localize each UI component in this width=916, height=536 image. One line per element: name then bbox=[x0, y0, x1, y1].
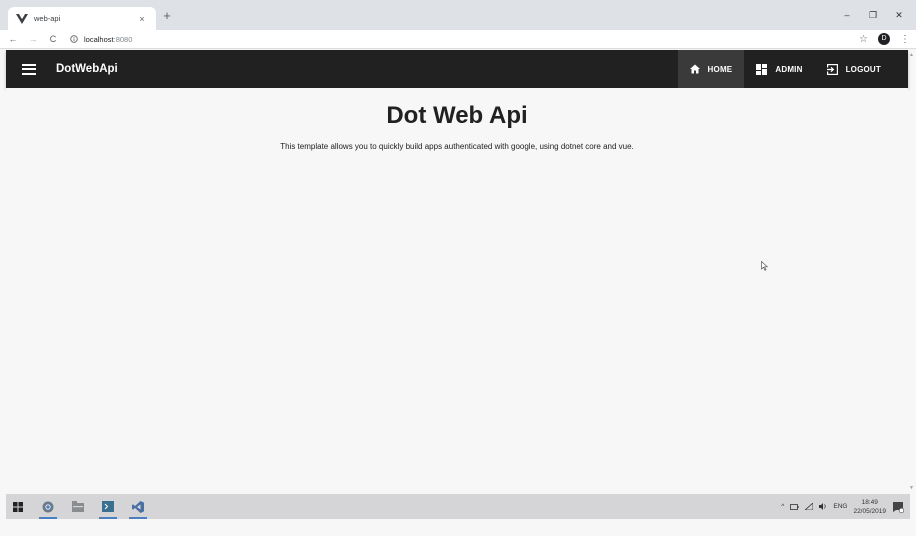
nav-home-label: HOME bbox=[707, 64, 733, 74]
clock-date: 22/05/2019 bbox=[853, 507, 886, 515]
app-toolbar: DotWebApi HOME ADMIN LOGOUT bbox=[6, 50, 908, 88]
taskbar-visual-studio[interactable] bbox=[126, 494, 150, 519]
forward-button[interactable]: → bbox=[26, 32, 40, 46]
home-icon bbox=[689, 64, 700, 74]
visual-studio-icon bbox=[132, 500, 144, 513]
dashboard-icon bbox=[756, 63, 768, 75]
page-description: This template allows you to quickly buil… bbox=[280, 142, 634, 151]
new-tab-button[interactable]: + bbox=[160, 9, 174, 23]
network-icon[interactable] bbox=[805, 503, 814, 510]
url-field[interactable]: localhost:8080 bbox=[70, 35, 132, 44]
mouse-cursor-icon bbox=[761, 261, 768, 271]
info-icon bbox=[70, 35, 78, 43]
tab-close-icon[interactable]: × bbox=[136, 14, 148, 24]
nav-admin-label: ADMIN bbox=[775, 64, 803, 74]
battery-icon[interactable] bbox=[790, 503, 799, 510]
chrome-icon bbox=[42, 501, 54, 512]
taskbar-file-explorer[interactable] bbox=[66, 494, 90, 519]
powershell-icon bbox=[102, 501, 114, 512]
taskbar-chrome[interactable] bbox=[36, 494, 60, 519]
nav-home[interactable]: HOME bbox=[677, 50, 745, 88]
address-bar-row: ← → C localhost:8080 ☆ D ⋮ bbox=[0, 30, 916, 49]
url-host: localhost bbox=[84, 34, 114, 44]
vue-logo-icon bbox=[16, 13, 28, 24]
minimize-button[interactable]: – bbox=[834, 10, 860, 21]
app-title: DotWebApi bbox=[56, 63, 118, 75]
address-bar-actions: ☆ D ⋮ bbox=[859, 33, 910, 45]
clock-time: 18:49 bbox=[861, 498, 878, 506]
nav-logout-label: LOGOUT bbox=[845, 64, 881, 74]
profile-avatar[interactable]: D bbox=[878, 33, 890, 45]
tray-overflow-icon[interactable]: ^ bbox=[781, 503, 784, 510]
page-content: Dot Web Api This template allows you to … bbox=[6, 88, 908, 493]
notification-center-icon[interactable] bbox=[892, 501, 904, 513]
start-button[interactable] bbox=[6, 494, 30, 519]
windows-taskbar: ^ ENG 18:49 22/05/2019 bbox=[6, 494, 910, 519]
nav-admin[interactable]: ADMIN bbox=[744, 50, 814, 88]
windows-start-icon bbox=[13, 501, 23, 512]
tab-title: web-api bbox=[34, 14, 61, 23]
system-tray: ^ ENG 18:49 22/05/2019 bbox=[781, 494, 904, 519]
url-port: :8080 bbox=[113, 34, 133, 44]
bookmark-star-icon[interactable]: ☆ bbox=[859, 34, 868, 45]
file-explorer-icon bbox=[72, 501, 84, 512]
close-window-button[interactable]: ✕ bbox=[886, 10, 912, 21]
language-indicator[interactable]: ENG bbox=[833, 503, 847, 510]
browser-menu-icon[interactable]: ⋮ bbox=[900, 34, 910, 45]
restore-button[interactable]: ❐ bbox=[860, 10, 886, 21]
reload-button[interactable]: C bbox=[46, 32, 60, 46]
window-controls: – ❐ ✕ bbox=[834, 10, 912, 21]
taskbar-powershell[interactable] bbox=[96, 494, 120, 519]
logout-icon bbox=[826, 63, 838, 75]
browser-tab-strip: web-api × + – ❐ ✕ bbox=[0, 0, 916, 30]
nav-logout[interactable]: LOGOUT bbox=[815, 50, 908, 88]
volume-icon[interactable] bbox=[819, 503, 827, 510]
scroll-down-arrow[interactable]: ▼ bbox=[909, 485, 914, 491]
browser-tab[interactable]: web-api × bbox=[8, 7, 156, 30]
taskbar-clock[interactable]: 18:49 22/05/2019 bbox=[853, 498, 886, 516]
back-button[interactable]: ← bbox=[6, 32, 20, 46]
hamburger-menu-icon[interactable] bbox=[22, 63, 36, 75]
page-heading: Dot Web Api bbox=[386, 102, 528, 129]
scroll-up-arrow[interactable]: ▲ bbox=[909, 52, 914, 58]
app-nav: HOME ADMIN LOGOUT bbox=[677, 50, 908, 88]
